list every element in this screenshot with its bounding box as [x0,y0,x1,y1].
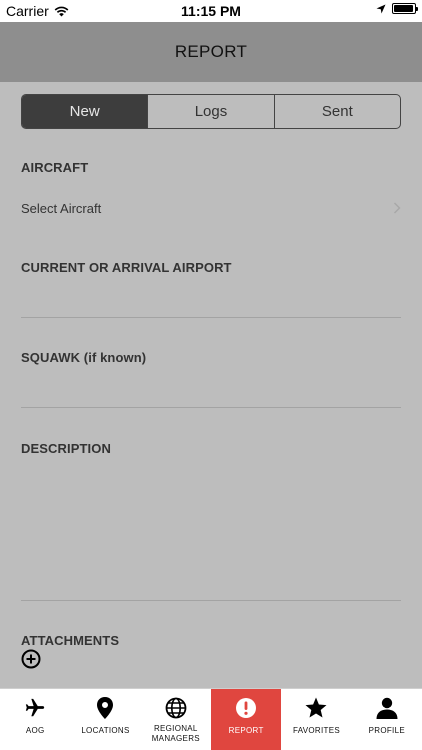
status-time: 11:15 PM [181,3,241,19]
globe-icon [164,696,188,720]
tab-aog-label: AOG [25,726,45,735]
status-right [376,3,418,14]
airport-label: CURRENT OR ARRIVAL AIRPORT [21,260,232,275]
attachments-label: ATTACHMENTS [21,633,120,648]
chevron-right-icon [393,202,401,214]
tab-profile[interactable]: PROFILE [352,689,422,750]
segment-new[interactable]: New [22,95,149,128]
person-icon [375,696,399,720]
tab-locations[interactable]: LOCATIONS [70,689,140,750]
tab-regional-managers[interactable]: REGIONAL MANAGERS [141,689,211,750]
description-field[interactable] [21,464,401,594]
airport-divider [21,317,401,318]
select-aircraft-row[interactable]: Select Aircraft [21,198,401,218]
airplane-icon [23,696,47,720]
battery-level [394,5,413,12]
tab-aog[interactable]: AOG [0,689,70,750]
alert-icon [234,696,258,720]
status-bar: Carrier 11:15 PM [0,0,422,22]
squawk-divider [21,407,401,408]
tab-report[interactable]: REPORT [210,689,282,750]
page-title: REPORT [174,42,248,61]
location-arrow-icon [376,4,386,13]
description-divider [21,600,401,601]
tab-locations-label: LOCATIONS [81,726,130,735]
segment-sent[interactable]: Sent [275,95,400,128]
tab-bar: AOG LOCATIONS REGIONAL MANAGERS REPORT F… [0,688,422,750]
tab-profile-label: PROFILE [368,726,405,735]
description-label: DESCRIPTION [21,441,111,456]
battery-tip [416,7,418,11]
location-pin-icon [93,696,117,720]
select-aircraft-text: Select Aircraft [21,200,102,216]
add-attachment-icon[interactable] [21,649,41,669]
navigation-bar: REPORT [0,22,422,82]
squawk-field[interactable] [21,374,401,404]
tab-report-label: REPORT [228,726,264,735]
tab-regional-managers-label: REGIONAL MANAGERS [151,724,200,743]
tab-favorites-label: FAVORITES [292,726,340,735]
airport-field[interactable] [21,284,401,314]
battery-icon [392,3,418,14]
tab-favorites[interactable]: FAVORITES [281,689,351,750]
segment-logs[interactable]: Logs [148,95,275,128]
aircraft-label: AIRCRAFT [21,160,89,175]
squawk-label: SQUAWK (if known) [21,350,147,365]
star-icon [304,696,328,720]
report-segmented-control: New Logs Sent [21,94,401,129]
